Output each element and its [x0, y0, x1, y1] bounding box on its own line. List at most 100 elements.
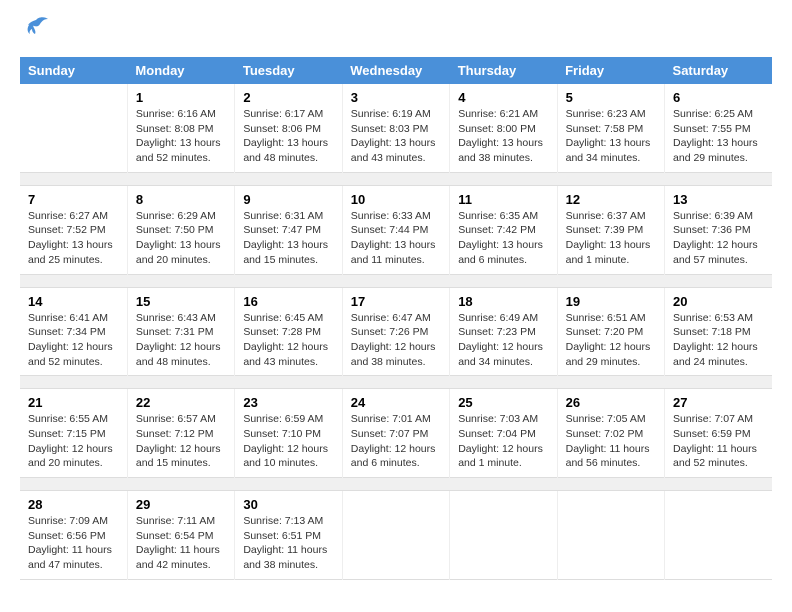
day-number: 29 — [136, 497, 226, 512]
day-info: Sunrise: 6:45 AMSunset: 7:28 PMDaylight:… — [243, 311, 333, 370]
day-number: 25 — [458, 395, 548, 410]
calendar-cell: 27 Sunrise: 7:07 AMSunset: 6:59 PMDayligh… — [665, 389, 772, 478]
calendar-cell: 7 Sunrise: 6:27 AMSunset: 7:52 PMDaylight… — [20, 185, 127, 274]
day-info: Sunrise: 7:03 AMSunset: 7:04 PMDaylight:… — [458, 412, 548, 471]
header-thursday: Thursday — [450, 57, 557, 84]
calendar-cell: 26 Sunrise: 7:05 AMSunset: 7:02 PMDayligh… — [557, 389, 664, 478]
calendar-cell: 23 Sunrise: 6:59 AMSunset: 7:10 PMDayligh… — [235, 389, 342, 478]
header-saturday: Saturday — [665, 57, 772, 84]
header-monday: Monday — [127, 57, 234, 84]
week-row-5: 28Sunrise: 7:09 AMSunset: 6:56 PMDayligh… — [20, 491, 772, 580]
day-number: 13 — [673, 192, 764, 207]
calendar-cell — [342, 491, 449, 580]
calendar-cell — [665, 491, 772, 580]
header-tuesday: Tuesday — [235, 57, 342, 84]
week-spacer — [20, 274, 772, 287]
day-number: 26 — [566, 395, 656, 410]
week-row-2: 7 Sunrise: 6:27 AMSunset: 7:52 PMDaylight… — [20, 185, 772, 274]
calendar-cell: 18 Sunrise: 6:49 AMSunset: 7:23 PMDayligh… — [450, 287, 557, 376]
day-info: Sunrise: 6:31 AMSunset: 7:47 PMDaylight:… — [243, 209, 333, 268]
week-row-4: 21 Sunrise: 6:55 AMSunset: 7:15 PMDayligh… — [20, 389, 772, 478]
page-header — [20, 20, 772, 47]
calendar-cell: 16 Sunrise: 6:45 AMSunset: 7:28 PMDayligh… — [235, 287, 342, 376]
calendar-cell: 5 Sunrise: 6:23 AMSunset: 7:58 PMDaylight… — [557, 84, 664, 172]
day-info: Sunrise: 6:43 AMSunset: 7:31 PMDaylight:… — [136, 311, 226, 370]
calendar-cell: 29 Sunrise: 7:11 AMSunset: 6:54 PMDayligh… — [127, 491, 234, 580]
day-info: Sunrise: 6:57 AMSunset: 7:12 PMDaylight:… — [136, 412, 226, 471]
day-number: 16 — [243, 294, 333, 309]
calendar-cell: 9 Sunrise: 6:31 AMSunset: 7:47 PMDaylight… — [235, 185, 342, 274]
calendar-cell: 20 Sunrise: 6:53 AMSunset: 7:18 PMDayligh… — [665, 287, 772, 376]
calendar-cell: 22 Sunrise: 6:57 AMSunset: 7:12 PMDayligh… — [127, 389, 234, 478]
day-number: 15 — [136, 294, 226, 309]
day-info: Sunrise: 6:35 AMSunset: 7:42 PMDaylight:… — [458, 209, 548, 268]
day-info: Sunrise: 6:55 AMSunset: 7:15 PMDaylight:… — [28, 412, 119, 471]
calendar-cell: 14Sunrise: 6:41 AMSunset: 7:34 PMDayligh… — [20, 287, 127, 376]
day-number: 27 — [673, 395, 764, 410]
day-number: 3 — [351, 90, 441, 105]
header-sunday: Sunday — [20, 57, 127, 84]
day-number: 17 — [351, 294, 441, 309]
calendar-cell — [450, 491, 557, 580]
day-info: Sunrise: 6:25 AMSunset: 7:55 PMDaylight:… — [673, 107, 764, 166]
header-friday: Friday — [557, 57, 664, 84]
day-number: 22 — [136, 395, 226, 410]
day-number: 5 — [566, 90, 656, 105]
day-info: Sunrise: 6:16 AMSunset: 8:08 PMDaylight:… — [136, 107, 226, 166]
day-info: Sunrise: 7:05 AMSunset: 7:02 PMDaylight:… — [566, 412, 656, 471]
day-number: 1 — [136, 90, 226, 105]
day-info: Sunrise: 6:41 AMSunset: 7:34 PMDaylight:… — [28, 311, 119, 370]
calendar-cell: 28Sunrise: 7:09 AMSunset: 6:56 PMDayligh… — [20, 491, 127, 580]
calendar-cell: 12Sunrise: 6:37 AMSunset: 7:39 PMDayligh… — [557, 185, 664, 274]
day-info: Sunrise: 6:53 AMSunset: 7:18 PMDaylight:… — [673, 311, 764, 370]
day-number: 30 — [243, 497, 333, 512]
day-info: Sunrise: 6:33 AMSunset: 7:44 PMDaylight:… — [351, 209, 441, 268]
day-info: Sunrise: 6:29 AMSunset: 7:50 PMDaylight:… — [136, 209, 226, 268]
week-row-3: 14Sunrise: 6:41 AMSunset: 7:34 PMDayligh… — [20, 287, 772, 376]
day-number: 11 — [458, 192, 548, 207]
calendar-cell: 4 Sunrise: 6:21 AMSunset: 8:00 PMDaylight… — [450, 84, 557, 172]
calendar-cell: 15 Sunrise: 6:43 AMSunset: 7:31 PMDayligh… — [127, 287, 234, 376]
day-info: Sunrise: 6:47 AMSunset: 7:26 PMDaylight:… — [351, 311, 441, 370]
day-info: Sunrise: 6:21 AMSunset: 8:00 PMDaylight:… — [458, 107, 548, 166]
day-info: Sunrise: 6:27 AMSunset: 7:52 PMDaylight:… — [28, 209, 119, 268]
day-info: Sunrise: 6:51 AMSunset: 7:20 PMDaylight:… — [566, 311, 656, 370]
calendar-table: SundayMondayTuesdayWednesdayThursdayFrid… — [20, 57, 772, 580]
day-number: 21 — [28, 395, 119, 410]
calendar-cell: 6 Sunrise: 6:25 AMSunset: 7:55 PMDaylight… — [665, 84, 772, 172]
calendar-cell — [20, 84, 127, 172]
day-info: Sunrise: 6:17 AMSunset: 8:06 PMDaylight:… — [243, 107, 333, 166]
calendar-cell: 1 Sunrise: 6:16 AMSunset: 8:08 PMDaylight… — [127, 84, 234, 172]
day-number: 2 — [243, 90, 333, 105]
day-info: Sunrise: 6:39 AMSunset: 7:36 PMDaylight:… — [673, 209, 764, 268]
calendar-cell: 13 Sunrise: 6:39 AMSunset: 7:36 PMDayligh… — [665, 185, 772, 274]
day-number: 8 — [136, 192, 226, 207]
calendar-cell: 19 Sunrise: 6:51 AMSunset: 7:20 PMDayligh… — [557, 287, 664, 376]
day-number: 20 — [673, 294, 764, 309]
day-number: 9 — [243, 192, 333, 207]
calendar-header-row: SundayMondayTuesdayWednesdayThursdayFrid… — [20, 57, 772, 84]
day-info: Sunrise: 7:11 AMSunset: 6:54 PMDaylight:… — [136, 514, 226, 573]
day-info: Sunrise: 7:13 AMSunset: 6:51 PMDaylight:… — [243, 514, 333, 573]
day-number: 6 — [673, 90, 764, 105]
week-row-1: 1 Sunrise: 6:16 AMSunset: 8:08 PMDaylight… — [20, 84, 772, 172]
day-number: 19 — [566, 294, 656, 309]
calendar-cell: 3Sunrise: 6:19 AMSunset: 8:03 PMDaylight… — [342, 84, 449, 172]
day-number: 4 — [458, 90, 548, 105]
day-number: 23 — [243, 395, 333, 410]
calendar-cell: 24Sunrise: 7:01 AMSunset: 7:07 PMDayligh… — [342, 389, 449, 478]
day-info: Sunrise: 6:49 AMSunset: 7:23 PMDaylight:… — [458, 311, 548, 370]
week-spacer — [20, 172, 772, 185]
day-number: 7 — [28, 192, 119, 207]
calendar-cell: 30 Sunrise: 7:13 AMSunset: 6:51 PMDayligh… — [235, 491, 342, 580]
header-wednesday: Wednesday — [342, 57, 449, 84]
calendar-cell: 2 Sunrise: 6:17 AMSunset: 8:06 PMDaylight… — [235, 84, 342, 172]
day-number: 28 — [28, 497, 119, 512]
day-number: 18 — [458, 294, 548, 309]
day-info: Sunrise: 7:07 AMSunset: 6:59 PMDaylight:… — [673, 412, 764, 471]
logo-bird-icon — [22, 16, 50, 38]
day-info: Sunrise: 6:59 AMSunset: 7:10 PMDaylight:… — [243, 412, 333, 471]
calendar-cell: 8 Sunrise: 6:29 AMSunset: 7:50 PMDaylight… — [127, 185, 234, 274]
day-info: Sunrise: 6:23 AMSunset: 7:58 PMDaylight:… — [566, 107, 656, 166]
week-spacer — [20, 376, 772, 389]
